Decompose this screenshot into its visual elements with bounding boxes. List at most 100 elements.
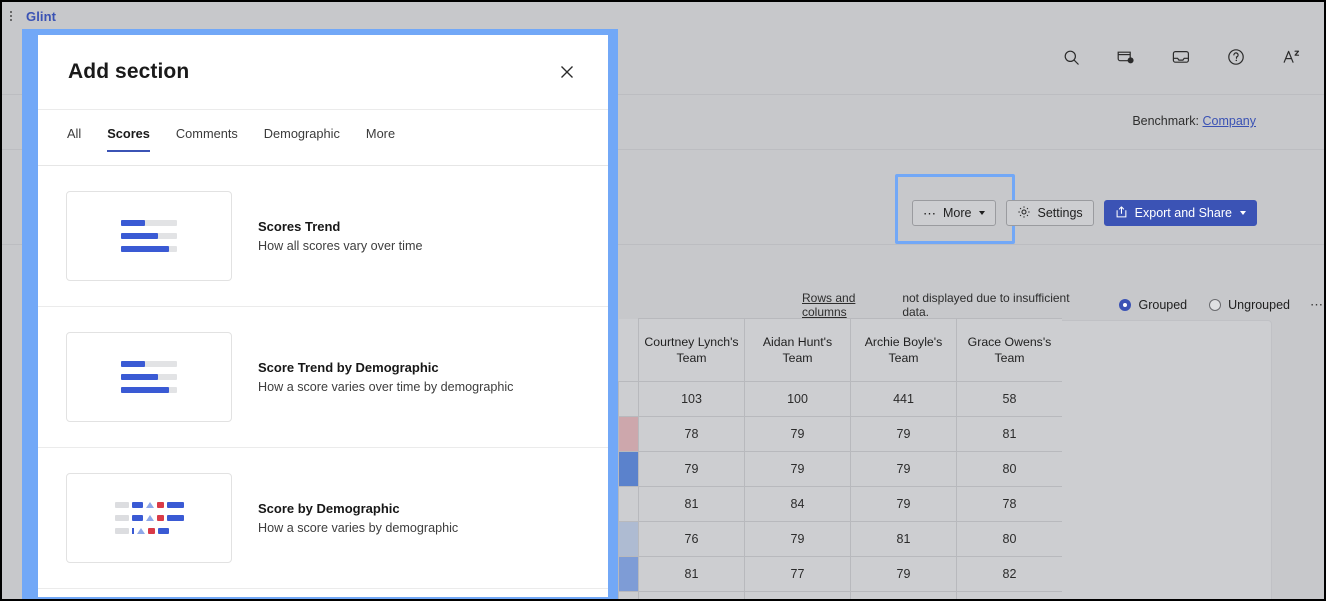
section-option-thumbnail [66,332,232,422]
section-option-text: Score by Demographic How a score varies b… [258,501,458,535]
row-edge-cell [618,486,639,522]
table-row: 103 100 441 58 [618,381,1062,417]
thumbnail-demographic-graphic [114,502,184,534]
dialog-tab-demographic[interactable]: Demographic [251,126,353,156]
heatmap-cell[interactable]: 78 [638,591,745,599]
section-option-subtitle: How a score varies over time by demograp… [258,380,514,394]
thumbnail-bars-graphic [121,361,177,393]
heatmap-cell[interactable]: 79 [850,451,957,487]
section-option-title: Scores Trend [258,219,341,234]
insufficient-data-text: not displayed due to insufficient data. [902,291,1070,319]
settings-button[interactable]: Settings [1006,200,1094,226]
chevron-down-icon [979,211,986,215]
dialog-tab-all[interactable]: All [67,126,94,156]
heatmap-table: Courtney Lynch's Team Aidan Hunt's Team … [618,318,1062,599]
section-option-list: Scores Trend How all scores vary over tim… [38,166,608,589]
heatmap-cell[interactable]: 77 [744,556,851,592]
radio-grouped-label: Grouped [1138,298,1188,312]
rows-columns-link[interactable]: Rows and columns [802,291,902,319]
gear-icon [1017,205,1031,222]
benchmark-row: Benchmark: Company [1132,114,1256,128]
search-icon[interactable] [1060,46,1082,68]
heatmap-cell[interactable]: 81 [956,591,1062,599]
more-button[interactable]: ⋯ More [912,200,997,226]
heatmap-cell[interactable]: 83 [744,591,851,599]
row-edge-cell [618,381,639,417]
heatmap-cell[interactable]: 76 [638,521,745,557]
column-header[interactable]: Archie Boyle's Team [850,318,957,382]
heatmap-cell[interactable]: 84 [744,486,851,522]
chevron-down-icon [1239,211,1246,215]
radio-grouped[interactable]: Grouped [1119,298,1187,312]
heatmap-cell[interactable]: 79 [744,521,851,557]
read-aloud-icon[interactable] [1280,46,1302,68]
benchmark-label: Benchmark: [1132,114,1200,128]
section-option-item[interactable]: Scores Trend How all scores vary over tim… [38,166,608,307]
column-header[interactable]: Aidan Hunt's Team [744,318,851,382]
table-row: 78837981 [618,591,1062,599]
app-brand-label: Glint [26,8,57,24]
heatmap-cell[interactable]: 79 [744,416,851,452]
row-edge-cell [618,416,639,452]
section-option-text: Score Trend by Demographic How a score va… [258,360,513,394]
section-option-thumbnail [66,473,232,563]
radio-ungrouped[interactable]: Ungrouped [1209,298,1290,312]
grouping-radio-group: Grouped Ungrouped [1119,298,1290,312]
report-action-toolbar: ⋯ More Settings Export and Share [912,200,1257,226]
table-row: 81 77 79 82 [618,556,1062,592]
heatmap-cell[interactable]: 79 [850,556,957,592]
help-circle-icon[interactable] [1225,46,1247,68]
table-row: 78 79 79 81 [618,416,1062,452]
heatmap-cell[interactable]: 78 [638,416,745,452]
heatmap-cell[interactable]: 80 [956,451,1062,487]
row-edge-cell [618,521,639,557]
heatmap-cell[interactable]: 103 [638,381,745,417]
inbox-icon[interactable] [1170,46,1192,68]
dialog-tab-comments[interactable]: Comments [163,126,251,156]
heatmap-cell[interactable]: 80 [956,521,1062,557]
screenshot-root: Glint Benchmark: Company ⋯ More Settings… [0,0,1326,601]
grid-controls-row: Rows and columns not displayed due to in… [802,291,1324,319]
heatmap-cell[interactable]: 100 [744,381,851,417]
table-left-focus-strip [612,318,618,599]
dialog-tab-bar: All Scores Comments Demographic More [38,110,608,166]
dialog-tab-scores[interactable]: Scores [94,126,163,156]
section-option-item[interactable]: Score Trend by Demographic How a score va… [38,307,608,448]
heatmap-cell[interactable]: 58 [956,381,1062,417]
benchmark-link[interactable]: Company [1203,114,1257,128]
heatmap-cell[interactable]: 81 [850,521,957,557]
row-edge-cell [618,556,639,592]
export-and-share-button[interactable]: Export and Share [1103,200,1257,226]
thumbnail-bars-graphic [121,220,177,252]
section-option-title: Score by Demographic [258,501,400,516]
column-header[interactable]: Grace Owens's Team [956,318,1062,382]
app-menu-icon[interactable] [4,5,18,27]
section-option-subtitle: How all scores vary over time [258,239,423,253]
radio-ungrouped-label: Ungrouped [1228,298,1290,312]
dialog-tab-more[interactable]: More [353,126,408,156]
heatmap-cell[interactable]: 79 [638,451,745,487]
table-header-row: Courtney Lynch's Team Aidan Hunt's Team … [618,318,1062,382]
heatmap-cell[interactable]: 79 [850,591,957,599]
share-icon [1115,205,1129,222]
heatmap-cell[interactable]: 82 [956,556,1062,592]
table-row: 79 79 79 80 [618,451,1062,487]
close-icon[interactable] [554,59,580,85]
heatmap-cell[interactable]: 81 [638,556,745,592]
row-edge-cell [618,451,639,487]
heatmap-cell[interactable]: 81 [956,416,1062,452]
heatmap-cell[interactable]: 79 [850,486,957,522]
section-option-item[interactable]: Score by Demographic How a score varies b… [38,448,608,589]
app-window-add-icon[interactable] [1115,46,1137,68]
heatmap-cell[interactable]: 78 [956,486,1062,522]
grid-overflow-icon[interactable]: ⋯ [1310,297,1324,313]
export-button-label: Export and Share [1134,206,1232,220]
table-row: 76 79 81 80 [618,521,1062,557]
heatmap-cell[interactable]: 441 [850,381,957,417]
heatmap-cell[interactable]: 79 [850,416,957,452]
radio-ungrouped-dot [1209,299,1222,311]
column-header[interactable]: Courtney Lynch's Team [638,318,745,382]
heatmap-cell[interactable]: 81 [638,486,745,522]
heatmap-body: 103 100 441 58 78 79 79 81 79 79 79 80 81 84 79 78 76 79 8… [618,381,1062,599]
heatmap-cell[interactable]: 79 [744,451,851,487]
